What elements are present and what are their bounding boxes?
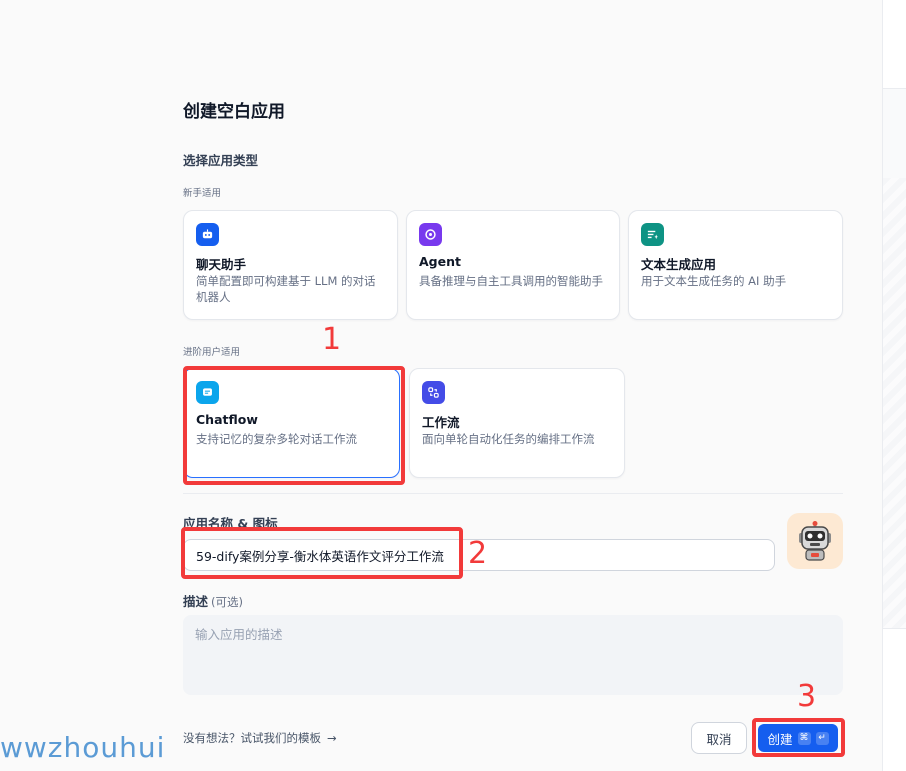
- app-type-desc: 面向单轮自动化任务的编排工作流: [422, 432, 595, 446]
- annotation-number-1: 1: [322, 322, 342, 357]
- right-panel-pattern: [883, 178, 906, 629]
- app-type-name: 文本生成应用: [641, 257, 717, 272]
- app-type-card-chat-assistant[interactable]: 聊天助手 简单配置即可构建基于 LLM 的对话机器人: [183, 210, 398, 320]
- app-type-card-workflow[interactable]: 工作流 面向单轮自动化任务的编排工作流: [409, 368, 625, 478]
- app-type-desc: 支持记忆的复杂多轮对话工作流: [196, 432, 357, 446]
- chat-bot-icon: [196, 223, 219, 246]
- description-optional-hint: (可选): [211, 595, 243, 609]
- app-type-name: Chatflow: [196, 412, 258, 427]
- app-type-card-chatflow[interactable]: Chatflow 支持记忆的复杂多轮对话工作流: [183, 368, 400, 478]
- create-button[interactable]: 创建 ⌘ ↵: [758, 724, 838, 752]
- app-type-section-label: 选择应用类型: [183, 153, 259, 168]
- command-key-icon: ⌘: [797, 731, 811, 745]
- watermark-text: wwzhouhui: [0, 731, 166, 764]
- enter-key-icon: ↵: [815, 731, 829, 745]
- annotation-number-2: 2: [468, 536, 488, 571]
- description-textarea[interactable]: 输入应用的描述: [183, 615, 843, 695]
- agent-icon: [419, 223, 442, 246]
- create-button-label: 创建: [767, 731, 793, 747]
- arrow-right-icon: →: [327, 731, 337, 745]
- workflow-icon: [422, 381, 445, 404]
- beginner-group-label: 新手适用: [183, 188, 222, 199]
- app-type-card-agent[interactable]: Agent 具备推理与自主工具调用的智能助手: [406, 210, 620, 320]
- app-type-desc: 具备推理与自主工具调用的智能助手: [419, 274, 603, 288]
- app-name-value: 59-dify案例分享-衡水体英语作文评分工作流: [196, 548, 444, 564]
- right-panel-segment: [883, 88, 906, 180]
- app-type-card-text-generation[interactable]: 文本生成应用 用于文本生成任务的 AI 助手: [628, 210, 843, 320]
- description-label: 描述 (可选): [183, 591, 243, 610]
- try-templates-text: 没有想法？试试我们的模板: [183, 731, 321, 745]
- app-type-desc: 简单配置即可构建基于 LLM 的对话机器人: [196, 274, 376, 304]
- create-app-dialog: 创建空白应用 选择应用类型 新手适用 聊天助手 简单配置即可构建基于 LLM 的…: [0, 0, 906, 771]
- advanced-group-label: 进阶用户适用: [183, 347, 241, 358]
- description-label-text: 描述: [183, 594, 209, 609]
- section-divider: [183, 493, 843, 494]
- cancel-button[interactable]: 取消: [691, 722, 747, 754]
- description-placeholder: 输入应用的描述: [195, 627, 283, 642]
- app-name-label: 应用名称 & 图标: [183, 516, 278, 531]
- app-type-name: Agent: [419, 254, 461, 269]
- right-panel-edge: [882, 0, 906, 771]
- app-type-name: 聊天助手: [196, 257, 247, 272]
- annotation-number-3: 3: [797, 679, 817, 714]
- app-type-name: 工作流: [422, 415, 460, 430]
- chatflow-icon: [196, 381, 219, 404]
- app-type-desc: 用于文本生成任务的 AI 助手: [641, 274, 787, 288]
- try-templates-link[interactable]: 没有想法？试试我们的模板 →: [183, 730, 337, 746]
- text-generation-icon: [641, 223, 664, 246]
- robot-avatar-icon[interactable]: [787, 513, 843, 569]
- dialog-title: 创建空白应用: [183, 102, 285, 122]
